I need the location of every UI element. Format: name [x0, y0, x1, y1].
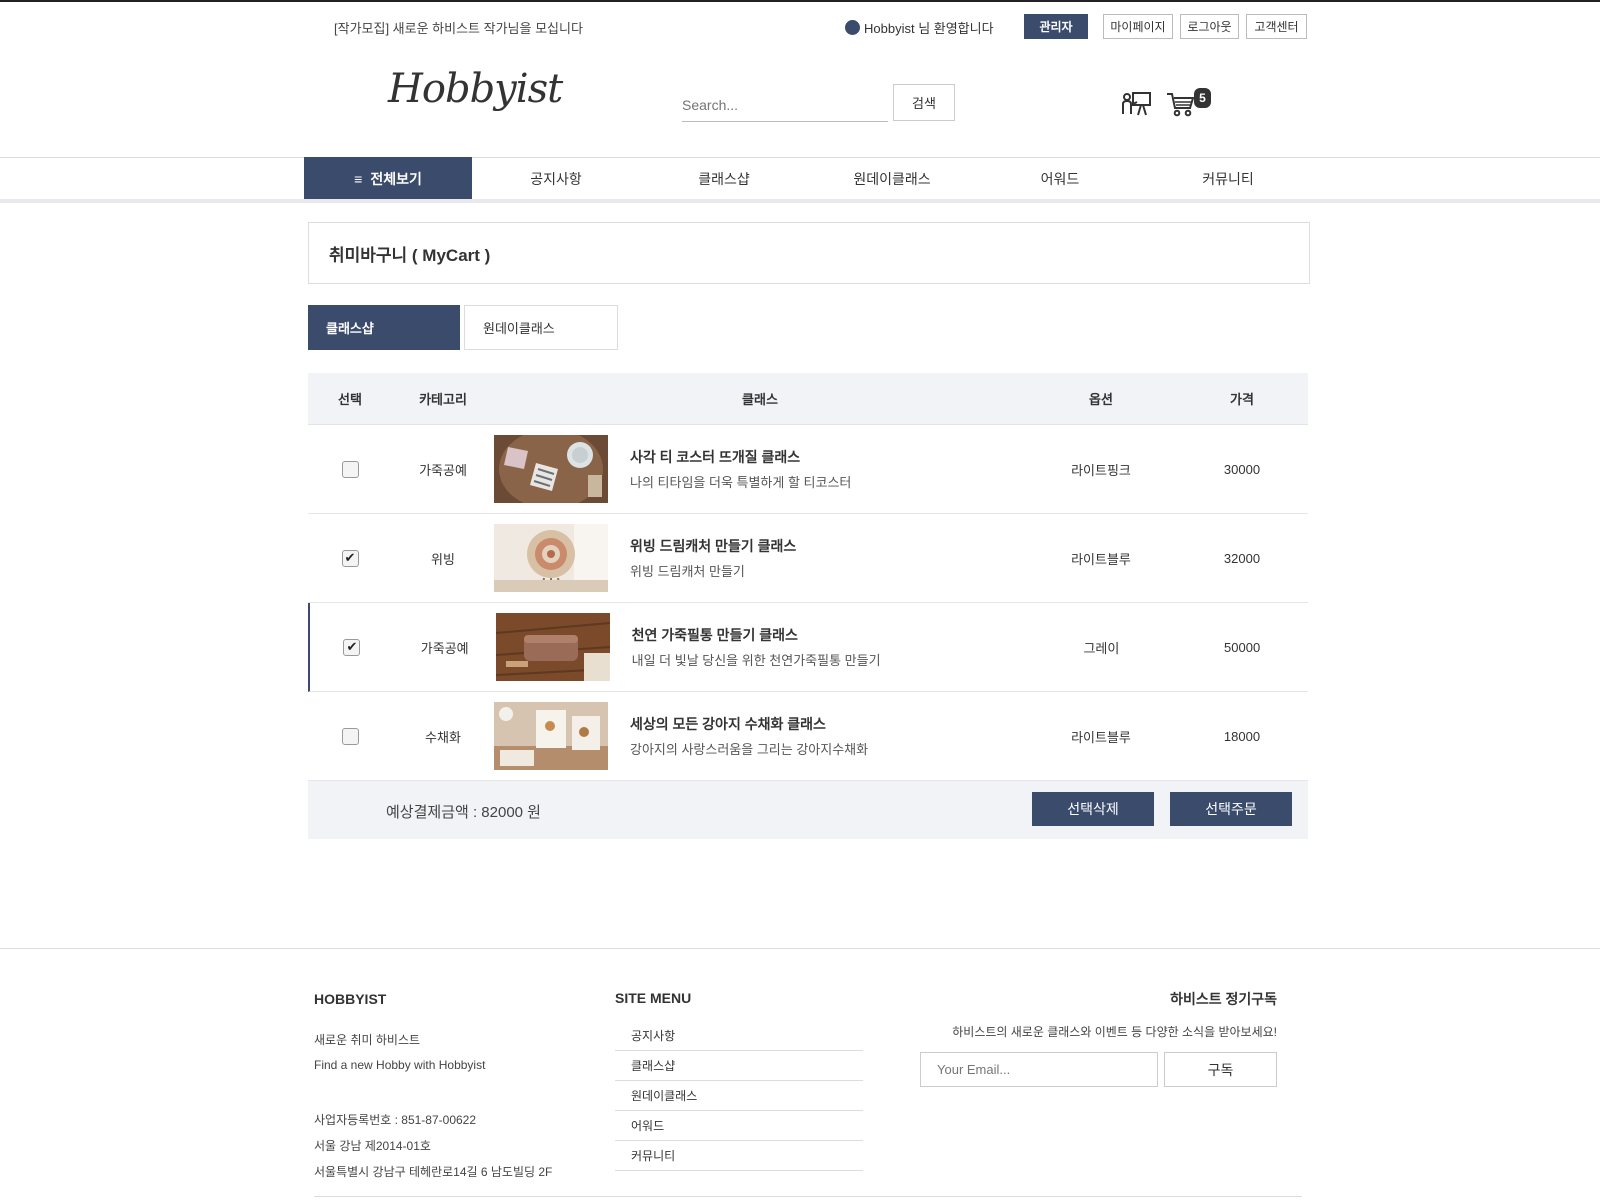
footer-menu-classshop[interactable]: 클래스샵	[615, 1051, 863, 1081]
cart-count-badge: 5	[1194, 88, 1211, 108]
header-price: 가격	[1230, 392, 1254, 407]
footer-address: 서울특별시 강남구 테헤란로14길 6 남도빌딩 2F	[314, 1165, 553, 1179]
customer-center-button[interactable]: 고객센터	[1246, 14, 1307, 39]
subscribe-title: 하비스트 정기구독	[1170, 991, 1277, 1007]
tab-classshop[interactable]: 클래스샵	[308, 305, 460, 350]
cart-icon[interactable]	[1165, 90, 1197, 118]
nav-item-oneday[interactable]: 원데이클래스	[808, 157, 976, 200]
class-name[interactable]: 사각 티 코스터 뜨개질 클래스	[630, 447, 851, 467]
class-description: 내일 더 빛날 당신을 위한 천연가죽필통 만들기	[631, 653, 881, 668]
footer-brand: HOBBYIST	[314, 991, 387, 1007]
footer-menu-title: SITE MENU	[615, 990, 692, 1006]
top-border	[0, 0, 1600, 2]
table-row: 수채화 세상의 모든 강아지 수채화 클래스 강아지의 사랑스러움을 그리는 강…	[308, 692, 1308, 781]
table-header: 선택 카테고리 클래스 옵션 가격	[308, 373, 1308, 425]
footer-bottom-line	[314, 1196, 1302, 1197]
row-category: 수채화	[425, 729, 461, 745]
nav-all-button[interactable]: ≡ 전체보기	[304, 157, 472, 200]
footer-menu-community[interactable]: 커뮤니티	[615, 1141, 863, 1171]
tab-oneday[interactable]: 원데이클래스	[464, 305, 618, 350]
class-icon[interactable]	[1121, 90, 1153, 118]
footer-divider	[0, 948, 1600, 949]
footer-menu-award[interactable]: 어워드	[615, 1111, 863, 1141]
class-name[interactable]: 세상의 모든 강아지 수채화 클래스	[630, 714, 868, 734]
row-price: 50000	[1224, 639, 1261, 655]
email-field[interactable]	[920, 1052, 1158, 1087]
row-price: 18000	[1223, 728, 1261, 744]
footer-tagline-ko: 새로운 취미 하비스트	[314, 1033, 421, 1047]
row-checkbox[interactable]	[341, 460, 359, 478]
footer-biz-reg: 서울 강남 제2014-01호	[314, 1139, 431, 1153]
class-description: 나의 티타임을 더욱 특별하게 할 티코스터	[630, 475, 852, 490]
nav-item-classshop[interactable]: 클래스샵	[640, 157, 808, 200]
row-category: 위빙	[431, 551, 455, 567]
table-row: 가죽공예 사각 티 코스터 뜨개질 클래스 나의 티타임을 더욱 특별하게 할 …	[308, 425, 1308, 514]
recruit-notice-link[interactable]: [작가모집] 새로운 하비스트 작가님을 모십니다	[334, 18, 583, 37]
class-description: 강아지의 사랑스러움을 그리는 강아지수채화	[630, 742, 869, 757]
row-option: 라이트핑크	[1071, 462, 1131, 478]
row-option: 라이트블루	[1071, 729, 1131, 745]
row-option: 그레이	[1083, 640, 1120, 656]
leather-case-thumbnail[interactable]	[495, 613, 610, 681]
header-class: 클래스	[742, 392, 778, 407]
main-nav: ≡ 전체보기 공지사항 클래스샵 원데이클래스 어워드 커뮤니티	[304, 157, 1312, 200]
nav-bottom-border	[0, 199, 1600, 203]
cart-table: 선택 카테고리 클래스 옵션 가격 가죽공예 사각 티 코스터 뜨개질 클래스 …	[308, 373, 1308, 839]
site-logo[interactable]: Hobbyist	[388, 66, 563, 112]
table-row: ✔ 가죽공예 천연 가죽필통 만들기 클래스 내일 더 빛날 당신을 위한 천연…	[308, 603, 1308, 692]
table-row: ✔ 위빙 위빙 드림캐처 만들기 클래스 위빙 드림캐처 만들기 라이트블루 3…	[308, 514, 1308, 603]
welcome-text: Hobbyist 님 환영합니다	[864, 21, 994, 36]
class-name[interactable]: 위빙 드림캐처 만들기 클래스	[630, 536, 796, 556]
footer-menu-notice[interactable]: 공지사항	[615, 1021, 863, 1051]
user-avatar-icon	[845, 20, 860, 35]
nav-item-notice[interactable]: 공지사항	[472, 157, 640, 200]
row-checkbox[interactable]	[341, 727, 359, 745]
admin-button[interactable]: 관리자	[1024, 14, 1088, 39]
nav-item-community[interactable]: 커뮤니티	[1144, 157, 1312, 200]
subscribe-description: 하비스트의 새로운 클래스와 이벤트 등 다양한 소식을 받아보세요!	[952, 1025, 1277, 1039]
order-selected-button[interactable]: 선택주문	[1170, 792, 1292, 826]
header-select: 선택	[338, 392, 362, 407]
footer-biz-number: 사업자등록번호 : 851-87-00622	[314, 1113, 477, 1127]
dreamcatcher-thumbnail[interactable]	[494, 524, 608, 592]
mypage-button[interactable]: 마이페이지	[1103, 14, 1173, 39]
header-option: 옵션	[1089, 392, 1113, 407]
subscribe-button[interactable]: 구독	[1164, 1052, 1277, 1087]
cart-summary: 예상결제금액 : 82000 원 선택삭제 선택주문	[308, 781, 1308, 839]
header-category: 카테고리	[419, 392, 467, 407]
footer-tagline-en: Find a new Hobby with Hobbyist	[314, 1058, 486, 1072]
class-description: 위빙 드림캐처 만들기	[630, 564, 745, 579]
welcome-message: Hobbyist 님 환영합니다	[845, 18, 994, 37]
row-price: 32000	[1223, 550, 1261, 566]
total-amount: 예상결제금액 : 82000 원	[386, 804, 541, 821]
footer-menu: 공지사항 클래스샵 원데이클래스 어워드 커뮤니티	[615, 1021, 863, 1171]
nav-item-award[interactable]: 어워드	[976, 157, 1144, 200]
footer-menu-oneday[interactable]: 원데이클래스	[615, 1081, 863, 1111]
search-button[interactable]: 검색	[893, 84, 955, 121]
search-input[interactable]	[682, 88, 888, 122]
row-checkbox[interactable]: ✔	[341, 549, 359, 567]
delete-selected-button[interactable]: 선택삭제	[1032, 792, 1154, 826]
row-category: 가죽공예	[420, 640, 469, 656]
watercolor-thumbnail[interactable]	[494, 702, 608, 770]
page-title: 취미바구니 ( MyCart )	[308, 222, 1310, 284]
nav-all-label: 전체보기	[370, 170, 422, 187]
top-bar: [작가모집] 새로운 하비스트 작가님을 모십니다 Hobbyist 님 환영합…	[0, 14, 1600, 40]
row-category: 가죽공예	[419, 462, 467, 478]
logout-button[interactable]: 로그아웃	[1180, 14, 1239, 39]
row-option: 라이트블루	[1071, 551, 1131, 567]
row-price: 30000	[1223, 461, 1261, 477]
coaster-thumbnail[interactable]	[494, 435, 608, 503]
row-checkbox[interactable]: ✔	[343, 638, 361, 656]
class-name[interactable]: 천연 가죽필통 만들기 클래스	[632, 625, 881, 645]
menu-icon: ≡	[354, 170, 363, 187]
